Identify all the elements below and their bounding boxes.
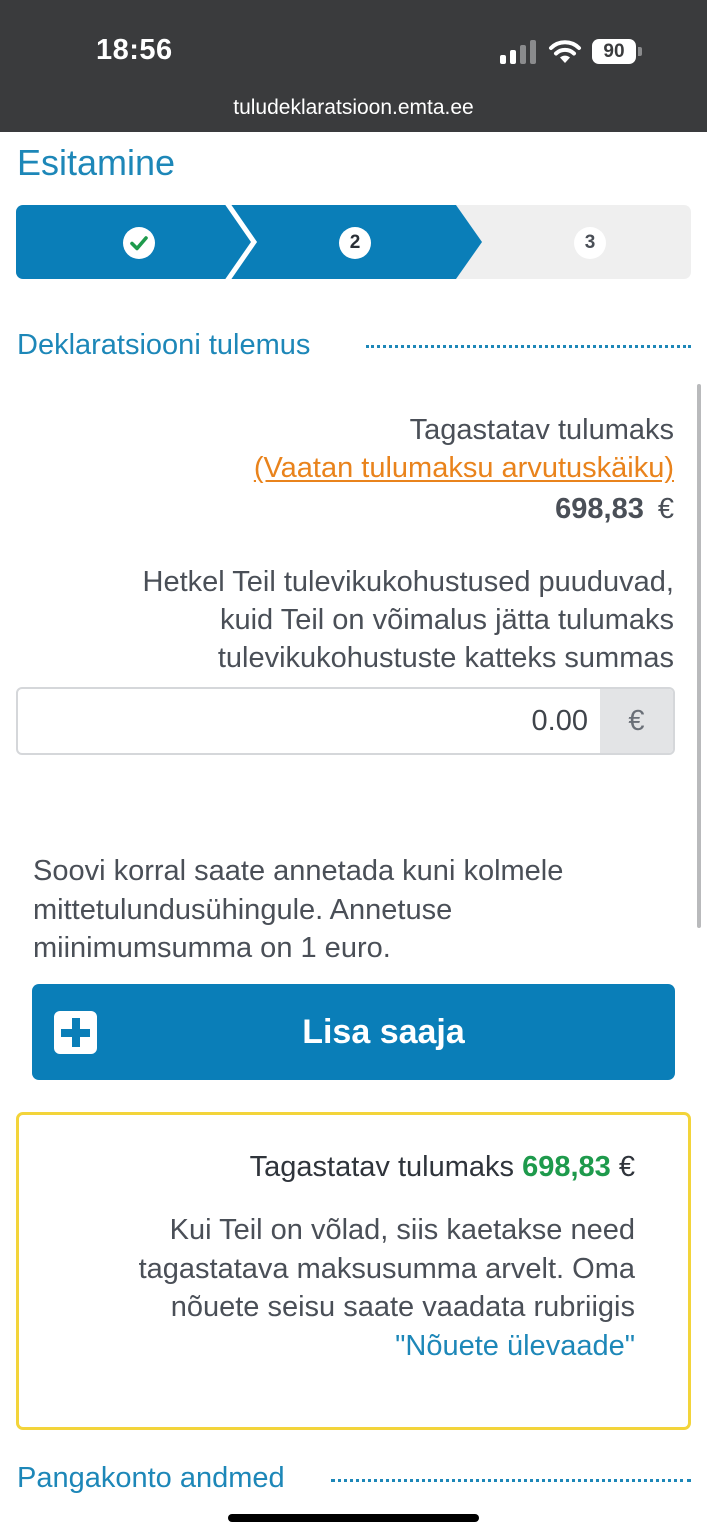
- future-obligations-amount-input[interactable]: [18, 689, 602, 753]
- status-bar: 18:56 90 tuludeklaratsioon.emta.ee: [0, 0, 707, 132]
- refund-amount-value: 698,83: [555, 493, 644, 525]
- battery-nub: [638, 47, 642, 56]
- notice-refund-amount: 698,83: [522, 1151, 611, 1183]
- refund-notice-box: Tagastatav tulumaks 698,83 € Kui Teil on…: [16, 1112, 691, 1430]
- step-1-done: [123, 227, 155, 259]
- notice-body-line: nõuete seisu saate vaadata rubriigis: [170, 1291, 635, 1323]
- heading-dotted-divider: [366, 345, 691, 348]
- notice-refund-line: Tagastatav tulumaks 698,83 €: [250, 1151, 635, 1184]
- wifi-icon: [549, 40, 581, 63]
- bank-section-heading: Pangakonto andmed: [17, 1462, 285, 1494]
- refund-label: Tagastatav tulumaks: [409, 414, 674, 446]
- address-bar-url[interactable]: tuludeklaratsioon.emta.ee: [0, 96, 707, 120]
- future-obligations-line: Hetkel Teil tulevikukohustused puuduvad,: [142, 566, 674, 598]
- future-obligations-line: kuid Teil on võimalus jätta tulumaks: [219, 604, 674, 636]
- notice-body-line: Kui Teil on võlad, siis kaetakse need: [169, 1214, 635, 1246]
- add-recipient-button[interactable]: Lisa saaja: [32, 984, 675, 1080]
- donation-info-text: Soovi korral saate annetada kuni kolmele…: [33, 855, 564, 964]
- future-obligations-text: Hetkel Teil tulevikukohustused puuduvad,…: [143, 563, 674, 677]
- step-2-current: 2: [339, 227, 371, 259]
- notice-body-line: tagastatava maksusumma arvelt. Oma: [138, 1252, 635, 1285]
- tax-calculation-link[interactable]: (Vaatan tulumaksu arvutuskäiku): [254, 449, 674, 487]
- progress-stepper: 2 3: [16, 205, 691, 279]
- heading-dotted-divider: [331, 1479, 691, 1482]
- refund-amount: 698,83 €: [555, 490, 674, 528]
- claims-overview-link[interactable]: "Nõuete ülevaade": [395, 1327, 635, 1366]
- cellular-signal-icon: [500, 40, 538, 64]
- step-3-upcoming: 3: [574, 227, 606, 259]
- home-indicator[interactable]: [228, 1514, 479, 1522]
- future-obligations-amount-field: €: [16, 687, 675, 755]
- future-obligations-line: tulevikukohustuste katteks summas: [217, 642, 674, 674]
- refund-currency: €: [657, 493, 674, 525]
- battery-icon: 90: [592, 39, 636, 64]
- result-section-heading: Deklaratsiooni tulemus: [17, 329, 311, 361]
- notice-refund-label: Tagastatav tulumaks: [249, 1151, 515, 1183]
- scrollbar[interactable]: [697, 384, 701, 928]
- euro-addon: €: [600, 689, 673, 753]
- status-time: 18:56: [96, 34, 173, 66]
- add-recipient-label: Lisa saaja: [302, 1013, 465, 1051]
- notice-body: Kui Teil on võlad, siis kaetakse need ta…: [139, 1211, 635, 1365]
- notice-currency: €: [618, 1151, 635, 1183]
- check-icon: [130, 236, 148, 251]
- page-title: Esitamine: [17, 142, 176, 183]
